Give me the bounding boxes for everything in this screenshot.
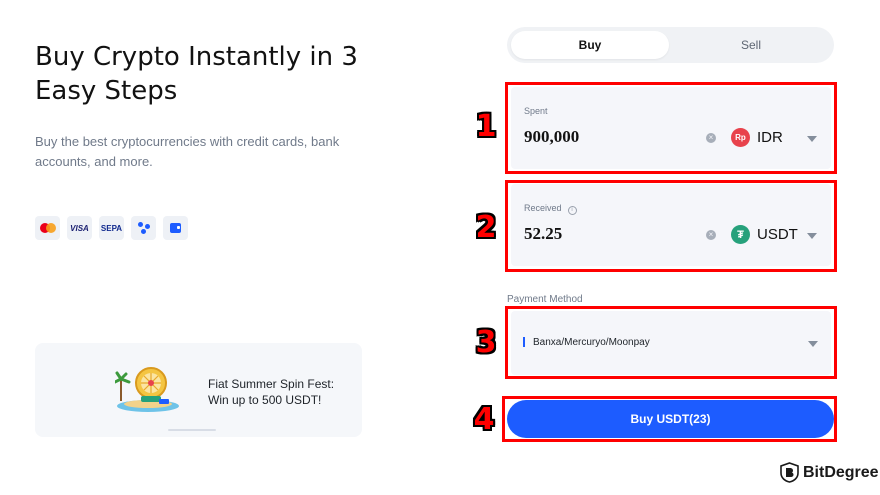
promo-text: Fiat Summer Spin Fest: Win up to 500 USD… <box>208 376 334 408</box>
dots-payment-icon <box>131 216 156 240</box>
promo-banner[interactable]: Fiat Summer Spin Fest: Win up to 500 USD… <box>35 343 362 437</box>
promo-line-1: Fiat Summer Spin Fest: <box>208 377 335 391</box>
promo-line-2: Win up to 500 USDT! <box>208 393 322 407</box>
wallet-icon <box>163 216 188 240</box>
step-number-2: 2 <box>475 210 497 245</box>
step-number-1: 1 <box>475 109 497 144</box>
visa-icon: VISA <box>67 216 92 240</box>
highlight-box-4 <box>502 396 837 442</box>
tab-sell[interactable]: Sell <box>672 31 830 59</box>
bitdegree-watermark: BitDegree <box>780 462 879 483</box>
page-subtitle: Buy the best cryptocurrencies with credi… <box>35 134 340 169</box>
step-number-4: 4 <box>473 402 495 437</box>
carousel-indicator[interactable] <box>168 429 216 431</box>
spin-wheel-illustration <box>115 367 179 412</box>
bitdegree-logo-icon <box>780 462 799 483</box>
highlight-box-3 <box>505 306 837 379</box>
tab-buy[interactable]: Buy <box>511 31 669 59</box>
highlight-box-2 <box>505 180 837 272</box>
page-title: Buy Crypto Instantly in 3 Easy Steps <box>35 42 358 106</box>
watermark-text: BitDegree <box>803 463 879 481</box>
buy-sell-toggle: Buy Sell <box>507 27 834 63</box>
mastercard-icon <box>35 216 60 240</box>
sepa-icon: SEPA <box>99 216 124 240</box>
payment-method-label: Payment Method <box>507 294 583 305</box>
payment-icons: VISA SEPA <box>35 216 188 240</box>
step-number-3: 3 <box>475 325 497 360</box>
highlight-box-1 <box>505 82 837 174</box>
